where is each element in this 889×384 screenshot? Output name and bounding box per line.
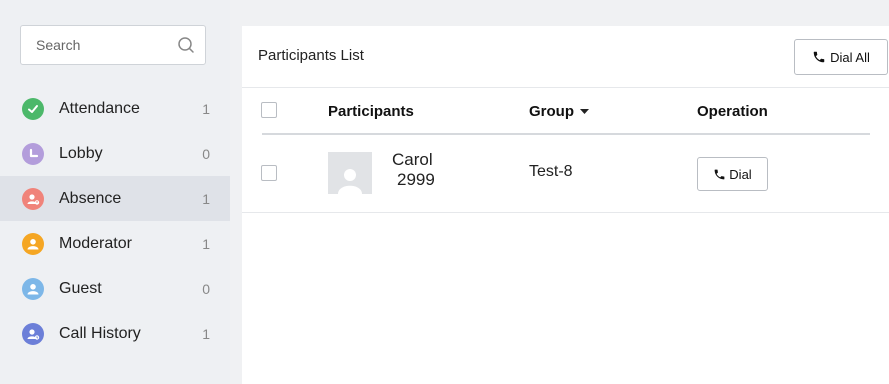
menu-count: 1 <box>202 325 210 342</box>
menu-item-call-history[interactable]: Call History 1 <box>0 311 230 356</box>
search-icon[interactable] <box>177 36 195 54</box>
column-header-group[interactable]: Group <box>529 103 589 120</box>
search-box[interactable] <box>20 25 206 65</box>
menu-item-guest[interactable]: Guest 0 <box>0 266 230 311</box>
participant-name: Carol <box>392 150 433 169</box>
clock-icon <box>22 142 44 165</box>
participant-number: 2999 <box>397 170 435 189</box>
menu-item-lobby[interactable]: Lobby 0 <box>0 131 230 176</box>
phone-icon <box>713 168 726 181</box>
menu-count: 0 <box>202 145 210 162</box>
menu-label: Absence <box>59 189 122 207</box>
absent-user-icon <box>22 187 44 210</box>
participant-group: Test-8 <box>529 163 573 180</box>
column-header-operation: Operation <box>697 103 768 120</box>
menu-label: Lobby <box>59 144 103 162</box>
caret-down-icon <box>580 108 589 115</box>
category-menu: Attendance 1 Lobby 0 Absence 1 Moderator… <box>0 86 230 356</box>
search-input[interactable] <box>34 36 177 54</box>
menu-count: 0 <box>202 280 210 297</box>
menu-count: 1 <box>202 235 210 252</box>
dial-all-label: Dial All <box>830 49 870 65</box>
menu-label: Call History <box>59 324 141 342</box>
moderator-user-icon <box>22 232 44 255</box>
menu-label: Moderator <box>59 234 132 252</box>
menu-label: Guest <box>59 279 102 297</box>
page-title: Participants List <box>258 47 364 64</box>
participants-panel: Participants List Dial All Participants … <box>242 26 889 384</box>
check-circle-icon <box>22 97 44 120</box>
menu-item-moderator[interactable]: Moderator 1 <box>0 221 230 266</box>
select-all-checkbox[interactable] <box>261 102 277 118</box>
dial-button[interactable]: Dial <box>697 157 768 191</box>
call-history-icon <box>22 322 44 345</box>
menu-item-absence[interactable]: Absence 1 <box>0 176 230 221</box>
avatar <box>328 152 372 194</box>
menu-count: 1 <box>202 190 210 207</box>
header-divider <box>262 133 870 135</box>
sidebar: Attendance 1 Lobby 0 Absence 1 Moderator… <box>0 0 230 384</box>
guest-user-icon <box>22 277 44 300</box>
phone-icon <box>812 50 826 64</box>
column-header-participants: Participants <box>328 103 414 120</box>
dial-all-button[interactable]: Dial All <box>794 39 888 75</box>
menu-label: Attendance <box>59 99 140 117</box>
group-header-label: Group <box>529 103 574 120</box>
row-divider <box>242 212 889 213</box>
dial-label: Dial <box>729 166 752 182</box>
menu-count: 1 <box>202 100 210 117</box>
menu-item-attendance[interactable]: Attendance 1 <box>0 86 230 131</box>
row-checkbox[interactable] <box>261 165 277 181</box>
